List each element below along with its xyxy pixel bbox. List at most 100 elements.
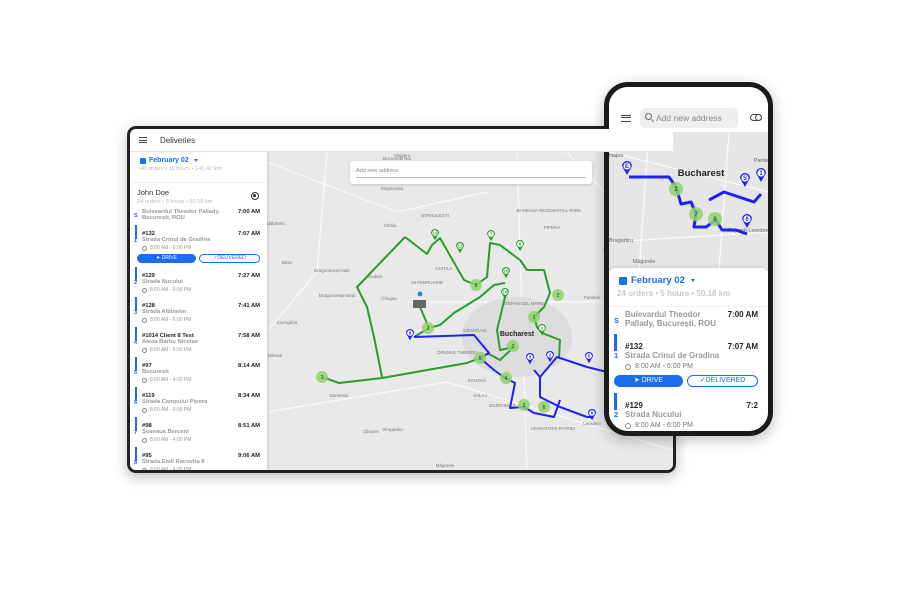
stop-address: Strada Crinul de Gradina	[142, 237, 211, 243]
place-label: CHITILA	[435, 266, 452, 271]
add-address-input[interactable]: Add new address	[350, 161, 592, 184]
pin-label: 13	[432, 231, 438, 236]
city-label: Bucharest	[678, 168, 725, 179]
route-bar	[135, 225, 137, 239]
app-header: Deliveries	[130, 129, 673, 152]
delivered-label: DELIVERED	[217, 255, 246, 261]
date-selector[interactable]: February 02	[609, 268, 768, 286]
start-stop[interactable]: S Bulevardul Theodor Pallady, București,…	[133, 209, 265, 221]
map-road	[718, 132, 730, 271]
locate-icon[interactable]	[251, 192, 259, 200]
place-label: Dragomirești-Deal	[319, 293, 355, 298]
stop-time: 9:06 AM	[237, 453, 260, 459]
cluster-count: 2	[321, 375, 324, 381]
stop-time: 8:51 AM	[237, 423, 260, 429]
time-window-text: 8:00 AM - 6:00 PM	[150, 287, 192, 293]
cluster-count: 2	[557, 293, 560, 299]
place-label: RAHOVA	[468, 378, 487, 383]
cluster-count: 6	[543, 405, 546, 411]
time-window: 8:00 AM - 6:00 PM	[625, 422, 758, 429]
place-label: Bikov	[281, 260, 293, 265]
place-label: DRUMUL TABEREI	[437, 350, 476, 355]
time-window-text: 8:00 AM - 6:00 PM	[150, 347, 192, 353]
clock-icon	[142, 407, 147, 413]
delivered-button[interactable]: ✓DELIVERED	[199, 254, 260, 263]
time-window: 8:00 AM - 6:00 PM	[625, 363, 758, 370]
cluster-count: 5	[479, 356, 482, 362]
calendar-icon	[619, 276, 627, 285]
stop-address: Șoseaua Berceni	[142, 429, 189, 435]
stop-item[interactable]: 1 #132 7:07 AM Strada Crinul de Gradina 8:00…	[133, 225, 265, 263]
truck-icon	[413, 300, 426, 308]
hamburger-icon[interactable]	[139, 137, 147, 143]
stop-address: Strada Nucului	[142, 279, 183, 285]
phone-header: Add new address	[609, 87, 768, 132]
place-label: Pante	[754, 158, 768, 164]
search-icon	[645, 113, 652, 120]
add-address-input[interactable]: Add new address	[640, 108, 738, 128]
stop-time: 7:00 AM	[727, 310, 758, 319]
stop-item[interactable]: 2 #129 7:2 Strada Nucului 8:00 AM - 6:00 PM	[609, 393, 768, 429]
route-bar	[135, 297, 137, 311]
place-label: Chiajna	[609, 153, 624, 159]
time-window-text: 8:00 AM - 6:00 PM	[150, 407, 192, 413]
stop-number: 2	[614, 410, 619, 419]
stop-time: 7:2	[746, 401, 758, 410]
city-label: Bucharest	[500, 331, 535, 338]
stop-item[interactable]: 8 #95 9:06 AM Strada Emil Racovita 8 8:00 AM…	[133, 447, 265, 470]
stop-item[interactable]: 6 #119 8:34 AM Strada Campului Pipera 8:00 A…	[133, 387, 265, 413]
stop-address: Bulevardul Theodor Pallady, București, R…	[142, 209, 220, 221]
stop-item[interactable]: 1 #132 7:07 AM Strada Crinul de Gradina 8:00…	[609, 334, 768, 387]
stop-time: 8:34 AM	[237, 393, 260, 399]
time-window-text: 8:00 AM - 6:00 PM	[150, 317, 192, 323]
time-window: 8:00 AM - 6:00 PM	[142, 287, 260, 293]
place-label: Chiajna	[381, 296, 397, 301]
place-label: Bragadiru	[383, 427, 403, 432]
clock-icon	[142, 467, 147, 470]
drive-button[interactable]: ➤ DRIVE	[614, 375, 683, 387]
stop-time: 7:07 AM	[237, 231, 260, 237]
time-window: 8:00 AM - 4:00 PM	[142, 437, 260, 443]
time-window-text: 8:00 AM - 4:00 PM	[150, 437, 192, 443]
green-route	[321, 357, 481, 384]
drive-button[interactable]: ➤ DRIVE	[137, 254, 196, 263]
clock-icon	[142, 245, 147, 251]
place-label: BANEASA REZIDENTIAL PARK	[517, 208, 582, 213]
blue-route	[708, 190, 763, 204]
stop-item[interactable]: 7 #98 8:51 AM Șoseaua Berceni 8:00 AM - 4:00…	[133, 417, 265, 443]
time-window: 8:00 AM - 6:00 PM	[142, 245, 260, 251]
stop-item[interactable]: 4 #1014 Client 8 Test 7:58 AM Aleea Barbu N…	[133, 327, 265, 353]
start-stop[interactable]: S Bulevardul Theodor Pallady, București,…	[609, 310, 768, 328]
cluster-count: 2	[533, 315, 536, 321]
sidebar: February 02 48 orders • 11 hours • 141.4…	[130, 152, 267, 470]
route-bar	[135, 357, 137, 371]
stop-item[interactable]: 5 #97 8:14 AM București 8:00 AM - 4:00 PM	[133, 357, 265, 383]
place-label: APARATORII PATRIEI	[531, 426, 576, 431]
stop-time: 7:27 AM	[237, 273, 260, 279]
route-bar	[135, 327, 137, 341]
phone-map[interactable]: PanteBragadiruMăgurelePopești-LeordeniCh…	[609, 132, 768, 271]
time-window-text: 8:00 AM - 6:00 PM	[635, 422, 693, 429]
pin-label: 19	[502, 290, 508, 295]
place-label: SALAJ	[473, 393, 487, 398]
cluster-count: 5	[475, 283, 478, 289]
delivered-button[interactable]: ✓DELIVERED	[687, 375, 758, 387]
map-road	[267, 152, 328, 333]
time-window: 8:00 AM - 4:00 PM	[142, 467, 260, 470]
calendar-icon	[140, 157, 146, 164]
stop-item[interactable]: 3 #128 7:41 AM Strada Albinelor 8:00 AM - 6:…	[133, 297, 265, 323]
date-selector[interactable]: February 02	[130, 152, 267, 164]
hamburger-icon[interactable]	[621, 115, 631, 122]
date-label: February 02	[631, 275, 685, 286]
place-label: Bâlbăreni	[267, 221, 285, 226]
stop-item[interactable]: 2 #129 7:27 AM Strada Nucului 8:00 AM - 6:00…	[133, 267, 265, 293]
green-route	[356, 236, 406, 378]
route-panel: February 02 24 orders • 5 hours • 50.18 …	[609, 268, 768, 431]
stop-time: 7:07 AM	[727, 342, 758, 351]
phone-map-canvas[interactable]: PanteBragadiruMăgurelePopești-LeordeniCh…	[609, 132, 768, 271]
time-window: 8:00 AM - 6:00 PM	[142, 407, 260, 413]
place-label: Domnești	[329, 393, 348, 398]
stop-number: 4	[134, 340, 138, 346]
toggle-icon[interactable]	[750, 114, 762, 121]
route-bar	[135, 447, 137, 461]
